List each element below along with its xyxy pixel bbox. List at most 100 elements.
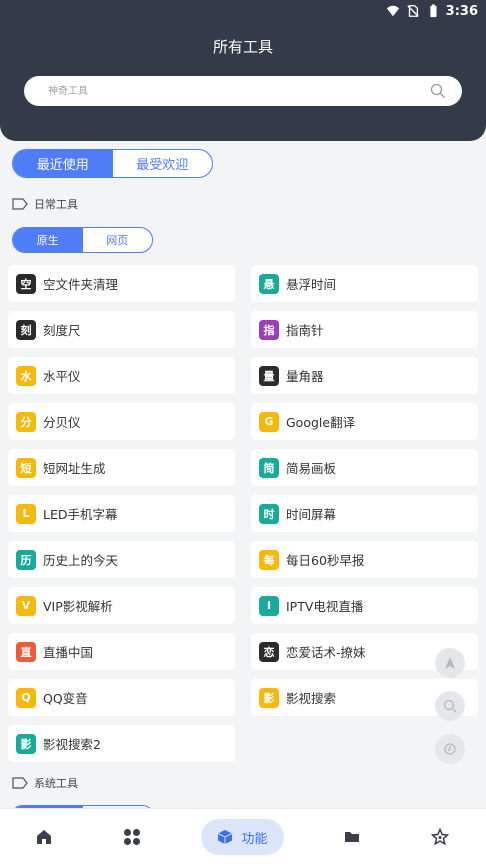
- tool-item[interactable]: Q QQ变音: [8, 679, 235, 716]
- tool-item[interactable]: I IPTV电视直播: [251, 587, 478, 624]
- tool-badge: 历: [16, 549, 36, 570]
- tool-item[interactable]: 分分贝仪: [8, 403, 235, 440]
- tool-name: 直播中国: [43, 645, 94, 660]
- tab-recent[interactable]: 最近使用: [13, 150, 113, 177]
- scroll-top-button[interactable]: [435, 648, 465, 678]
- search-fab-button[interactable]: [435, 691, 465, 721]
- tool-item[interactable]: 每每日60秒早报: [251, 541, 478, 578]
- tag-icon: [12, 198, 28, 210]
- tool-name: 影视搜索: [286, 691, 337, 706]
- tool-name: LED手机字幕: [43, 507, 118, 522]
- search-icon[interactable]: [430, 83, 446, 99]
- tool-badge: L: [16, 503, 36, 524]
- main-tabs: 最近使用 最受欢迎: [12, 149, 213, 178]
- tool-name: 每日60秒早报: [286, 553, 365, 568]
- tool-item[interactable]: 时时间屏幕: [251, 495, 478, 532]
- tool-item[interactable]: G Google翻译: [251, 403, 478, 440]
- nav-apps[interactable]: [112, 809, 152, 864]
- tool-badge: 指: [259, 319, 279, 340]
- tab-popular[interactable]: 最受欢迎: [113, 150, 213, 177]
- tool-name: 悬浮时间: [286, 277, 337, 292]
- tag-icon: [12, 777, 28, 789]
- sub-tabs: 原生 网页: [12, 227, 153, 253]
- tool-badge: 刻: [16, 319, 36, 340]
- section-label: 日常工具: [34, 198, 78, 211]
- tool-badge: V: [16, 595, 36, 616]
- nav-features-label: 功能: [241, 831, 268, 847]
- header: 3:36 所有工具: [0, 0, 486, 141]
- tool-badge: 空: [16, 273, 36, 294]
- tool-item[interactable]: 影影视搜索2: [8, 725, 235, 762]
- tool-name: IPTV电视直播: [286, 599, 364, 614]
- tool-name: QQ变音: [43, 691, 88, 706]
- tool-name: 简易画板: [286, 461, 337, 476]
- apps-icon: [124, 829, 140, 845]
- tool-name: Google翻译: [286, 415, 356, 430]
- tool-name: 指南针: [286, 323, 324, 338]
- folder-icon: [345, 832, 359, 842]
- tool-item[interactable]: 悬悬浮时间: [251, 265, 478, 302]
- tool-item[interactable]: 空空文件夹清理: [8, 265, 235, 302]
- history-icon: [444, 743, 456, 755]
- status-time: 3:36: [445, 3, 478, 19]
- tool-name: 分贝仪: [43, 415, 81, 430]
- tool-badge: I: [259, 595, 279, 616]
- tool-name: 恋爱话术-撩妹: [286, 645, 366, 660]
- tool-name: VIP影视解析: [43, 599, 113, 614]
- battery-icon: [430, 4, 437, 18]
- tool-badge: 影: [259, 687, 279, 708]
- page-title: 所有工具: [212, 38, 273, 56]
- nav-features[interactable]: 功能: [201, 819, 284, 855]
- tool-item[interactable]: 简简易画板: [251, 449, 478, 486]
- nav-folder[interactable]: [332, 809, 372, 864]
- tool-item[interactable]: 直直播中国: [8, 633, 235, 670]
- tool-item[interactable]: V VIP影视解析: [8, 587, 235, 624]
- tool-item[interactable]: 历历史上的今天: [8, 541, 235, 578]
- search-input[interactable]: [48, 76, 418, 106]
- nav-favorites[interactable]: [420, 809, 460, 864]
- tool-badge: 时: [259, 503, 279, 524]
- no-sim-icon: [406, 5, 419, 17]
- status-bar: 3:36: [386, 0, 478, 22]
- tool-badge: 悬: [259, 273, 279, 294]
- section-system-tools: 系统工具: [12, 775, 78, 791]
- search-icon: [443, 699, 457, 713]
- nav-home[interactable]: [24, 809, 64, 864]
- tool-item[interactable]: 指指南针: [251, 311, 478, 348]
- tool-name: 时间屏幕: [286, 507, 337, 522]
- tool-badge: 分: [16, 411, 36, 432]
- tool-name: 空文件夹清理: [43, 277, 119, 292]
- tool-badge: 每: [259, 549, 279, 570]
- tool-badge: 水: [16, 365, 36, 386]
- home-icon: [37, 830, 51, 844]
- section-daily-tools: 日常工具: [12, 196, 78, 212]
- tool-item[interactable]: 短短网址生成: [8, 449, 235, 486]
- tool-badge: 影: [16, 733, 36, 754]
- tool-badge: 简: [259, 457, 279, 478]
- section-label: 系统工具: [34, 777, 78, 790]
- tab-web[interactable]: 网页: [83, 228, 153, 252]
- navigation-arrow-icon: [445, 657, 455, 669]
- tool-item[interactable]: 量量角器: [251, 357, 478, 394]
- star-icon: [431, 828, 449, 846]
- tool-badge: 直: [16, 641, 36, 662]
- search-bar[interactable]: [24, 76, 462, 106]
- tab-native[interactable]: 原生: [13, 228, 83, 252]
- bottom-nav: 功能: [0, 808, 486, 864]
- tool-name: 刻度尺: [43, 323, 81, 338]
- tool-name: 量角器: [286, 369, 324, 384]
- cube-icon: [218, 830, 233, 844]
- tool-item[interactable]: L LED手机字幕: [8, 495, 235, 532]
- tool-name: 水平仪: [43, 369, 81, 384]
- tool-badge: 量: [259, 365, 279, 386]
- tool-badge: Q: [16, 687, 36, 708]
- wifi-icon: [386, 5, 399, 17]
- tool-name: 历史上的今天: [43, 553, 119, 568]
- tool-badge: 恋: [259, 641, 279, 662]
- history-button[interactable]: [435, 734, 465, 764]
- tool-badge: 短: [16, 457, 36, 478]
- tool-item[interactable]: 水水平仪: [8, 357, 235, 394]
- tool-name: 短网址生成: [43, 461, 106, 476]
- tool-name: 影视搜索2: [43, 737, 101, 752]
- tool-item[interactable]: 刻刻度尺: [8, 311, 235, 348]
